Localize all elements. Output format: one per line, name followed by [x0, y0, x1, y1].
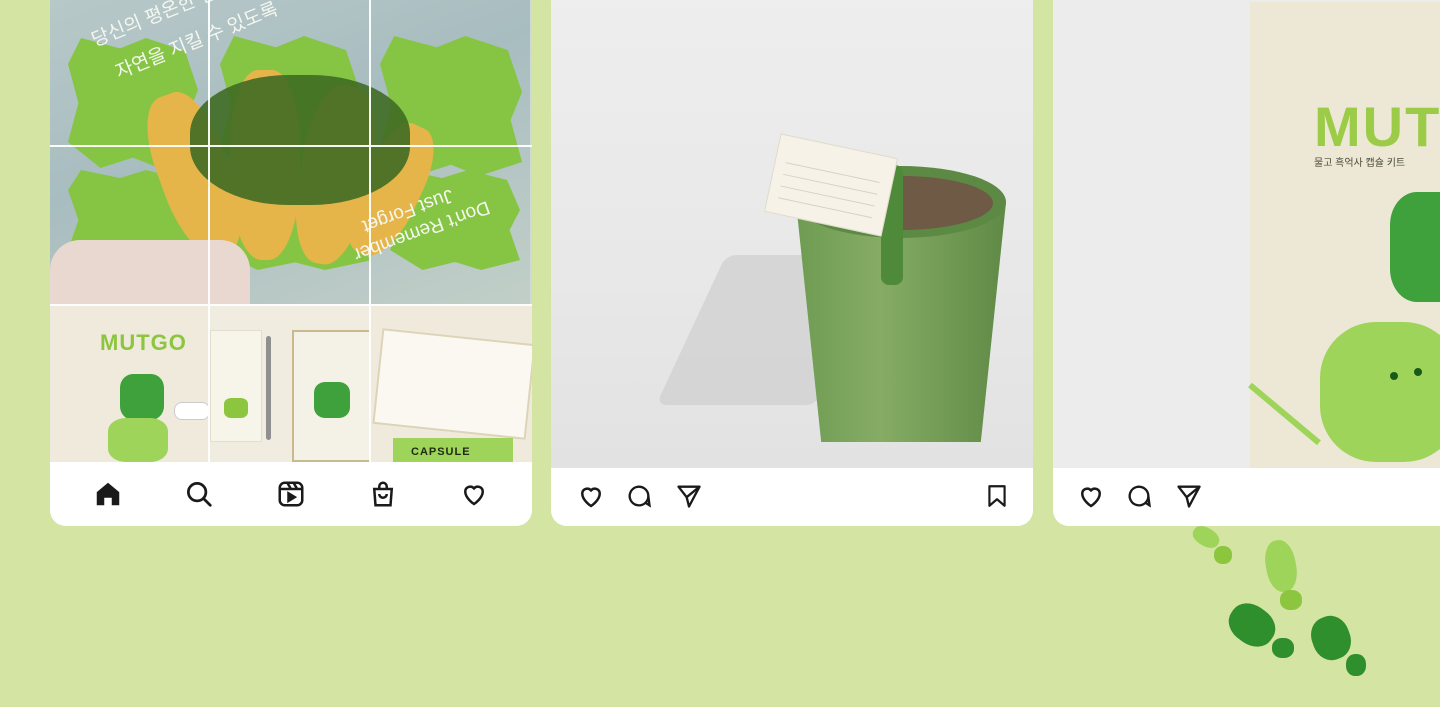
book-logo: MUT	[1314, 95, 1440, 158]
finger-shape	[50, 240, 250, 304]
like-button[interactable]	[573, 478, 609, 514]
nav-activity-button[interactable]	[454, 474, 494, 514]
grid-divider	[208, 0, 210, 304]
book-cover: MUT 물고 흑억사 캡슐 키트	[1248, 2, 1440, 470]
grid-divider	[50, 145, 532, 147]
character-shape	[1320, 322, 1440, 462]
post-action-bar	[551, 468, 1033, 526]
heart-icon	[464, 485, 485, 506]
note-card-shape	[763, 133, 899, 237]
book-subtitle: 물고 흑억사 캡슐 키트	[1314, 158, 1406, 169]
grid-tile-product-letter[interactable]: CAPSULE	[371, 306, 532, 462]
post-action-bar	[1053, 468, 1440, 526]
eye-shape	[1390, 372, 1398, 380]
post-card-plant	[551, 0, 1033, 526]
note-line	[780, 185, 875, 207]
nav-reels-button[interactable]	[271, 474, 311, 514]
character-shape	[120, 374, 164, 420]
comment-button[interactable]	[1121, 478, 1157, 514]
home-icon	[96, 482, 120, 506]
eye-shape	[1414, 368, 1422, 376]
note-line	[783, 173, 878, 195]
share-button[interactable]	[1171, 478, 1207, 514]
nav-home-button[interactable]	[88, 474, 128, 514]
footprint-decoration	[1214, 546, 1232, 564]
character-shape	[1390, 192, 1440, 302]
footprint-decoration	[1346, 654, 1366, 676]
post-image-plant-pot[interactable]	[551, 0, 1033, 468]
heart-icon	[580, 487, 602, 508]
bookmark-icon	[988, 485, 1006, 507]
footprint-decoration	[1272, 638, 1294, 658]
tag-shape	[174, 402, 208, 420]
letter-card-shape	[372, 328, 532, 440]
seaweed-shape	[190, 75, 410, 205]
heart-icon	[1080, 487, 1102, 508]
send-icon	[1177, 485, 1201, 508]
save-button[interactable]	[979, 478, 1015, 514]
comment-icon	[628, 485, 651, 508]
grid-divider	[369, 0, 371, 304]
pen-shape	[266, 336, 271, 440]
send-icon	[677, 485, 701, 508]
footprint-decoration	[1261, 537, 1301, 595]
comment-button[interactable]	[621, 478, 657, 514]
character-shape	[108, 418, 168, 462]
search-icon	[187, 482, 213, 507]
character-shape	[314, 382, 350, 418]
note-line	[778, 197, 873, 219]
footprint-decoration	[1280, 590, 1302, 610]
post-grid-card: 당신의 평온한 일상과 자연을 지킬 수 있도록 Don't Remember …	[50, 0, 532, 526]
comment-icon	[1128, 485, 1151, 508]
post-image-book[interactable]: MUT 물고 흑억사 캡슐 키트	[1053, 0, 1440, 470]
note-line	[785, 162, 880, 184]
branch-shape	[1248, 382, 1321, 446]
grid-tile-product-book[interactable]: MUTGO	[50, 306, 208, 462]
character-shape	[224, 398, 248, 418]
nav-shop-button[interactable]	[363, 474, 403, 514]
card-shape	[210, 330, 262, 442]
post-grid: 당신의 평온한 일상과 자연을 지킬 수 있도록 Don't Remember …	[50, 0, 532, 462]
post-card-book: MUT 물고 흑억사 캡슐 키트	[1053, 0, 1440, 526]
nav-search-button[interactable]	[179, 474, 219, 514]
reels-icon	[278, 481, 304, 507]
share-button[interactable]	[671, 478, 707, 514]
like-button[interactable]	[1073, 478, 1109, 514]
bottom-nav-bar	[50, 462, 532, 526]
grid-tile-product-cards[interactable]	[210, 306, 369, 462]
mini-logo: MUTGO	[100, 330, 187, 355]
capsule-label: CAPSULE	[411, 446, 471, 458]
shop-icon	[372, 481, 393, 507]
grid-hero-image[interactable]: 당신의 평온한 일상과 자연을 지킬 수 있도록 Don't Remember …	[50, 0, 530, 304]
